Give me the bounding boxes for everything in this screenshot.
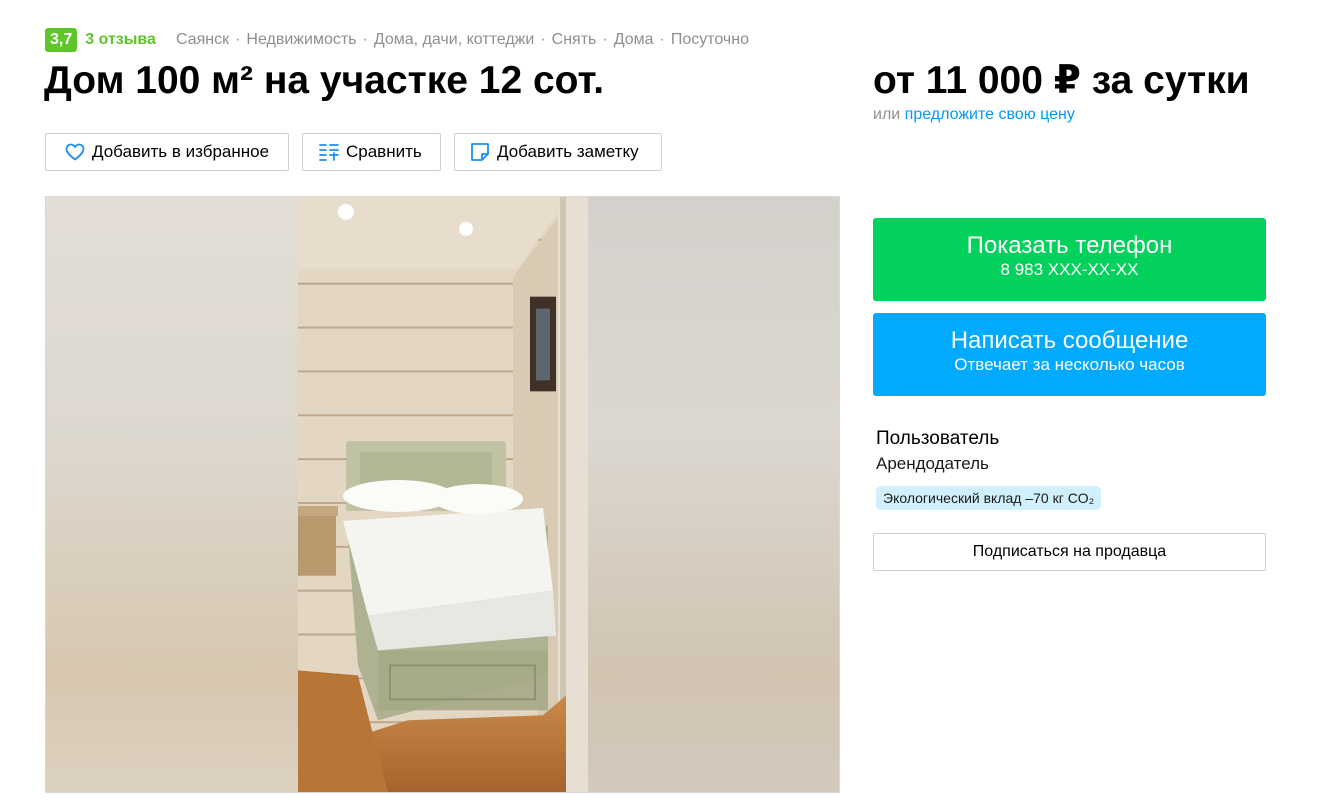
photo-gallery[interactable]	[45, 196, 840, 793]
favorite-label: Добавить в избранное	[92, 142, 270, 161]
add-note-button[interactable]: Добавить заметку	[454, 133, 662, 171]
breadcrumb-item[interactable]: Посуточно	[671, 31, 749, 49]
reviews-link[interactable]: 3 отзыва	[85, 31, 156, 49]
rating-badge: 3,7	[45, 28, 78, 52]
response-time: Отвечает за несколько часов	[954, 355, 1185, 374]
breadcrumb-item[interactable]: Снять	[552, 31, 597, 49]
breadcrumb-item[interactable]: Недвижимость	[246, 31, 356, 49]
show-phone-button[interactable]: Показать телефон 8 983 XXX-XX-XX	[873, 218, 1266, 301]
offer-price-link[interactable]: предложите свою цену	[905, 106, 1075, 123]
seller-role: Арендодатель	[876, 454, 989, 473]
add-to-favorites-button[interactable]: Добавить в избранное	[45, 133, 289, 171]
breadcrumb-item[interactable]: Дома	[614, 31, 654, 49]
listing-photo-bedroom	[298, 197, 588, 792]
breadcrumb-item[interactable]: Дома, дачи, коттеджи	[374, 31, 534, 49]
price-offer-line: или предложите свою цену	[873, 105, 1075, 125]
price-or-text: или	[873, 106, 901, 123]
gallery-blurred-background-left	[46, 197, 298, 792]
note-icon	[469, 141, 491, 163]
subscribe-seller-button[interactable]: Подписаться на продавца	[873, 533, 1266, 571]
breadcrumb-separator: ·	[540, 31, 546, 48]
breadcrumb: Саянск · Недвижимость · Дома, дачи, коттеджи…	[176, 31, 749, 49]
write-message-label: Написать сообщение	[950, 327, 1189, 354]
page-title: Дом 100 м² на участке 12 сот.	[44, 59, 605, 102]
breadcrumb-separator: ·	[235, 31, 241, 48]
seller-name[interactable]: Пользователь	[876, 428, 999, 450]
breadcrumb-item[interactable]: Саянск	[176, 31, 229, 49]
price: от 11 000 ₽ за сутки	[873, 59, 1250, 102]
heart-icon	[64, 141, 86, 163]
breadcrumb-separator: ·	[362, 31, 368, 48]
compare-button[interactable]: Сравнить	[302, 133, 441, 171]
listing-meta-line: 3,7 3 отзыва Саянск · Недвижимость · Дома, д…	[45, 28, 749, 52]
gallery-blurred-background-right	[588, 197, 839, 792]
breadcrumb-separator: ·	[659, 31, 665, 48]
breadcrumb-separator: ·	[602, 31, 608, 48]
compare-label: Сравнить	[346, 142, 422, 161]
note-label: Добавить заметку	[497, 142, 639, 161]
show-phone-label: Показать телефон	[966, 232, 1173, 259]
write-message-button[interactable]: Написать сообщение Отвечает за несколько…	[873, 313, 1266, 396]
eco-contribution-badge[interactable]: Экологический вклад –70 кг CO₂	[876, 486, 1102, 510]
compare-icon	[318, 141, 340, 163]
phone-number-masked: 8 983 XXX-XX-XX	[1000, 260, 1139, 279]
